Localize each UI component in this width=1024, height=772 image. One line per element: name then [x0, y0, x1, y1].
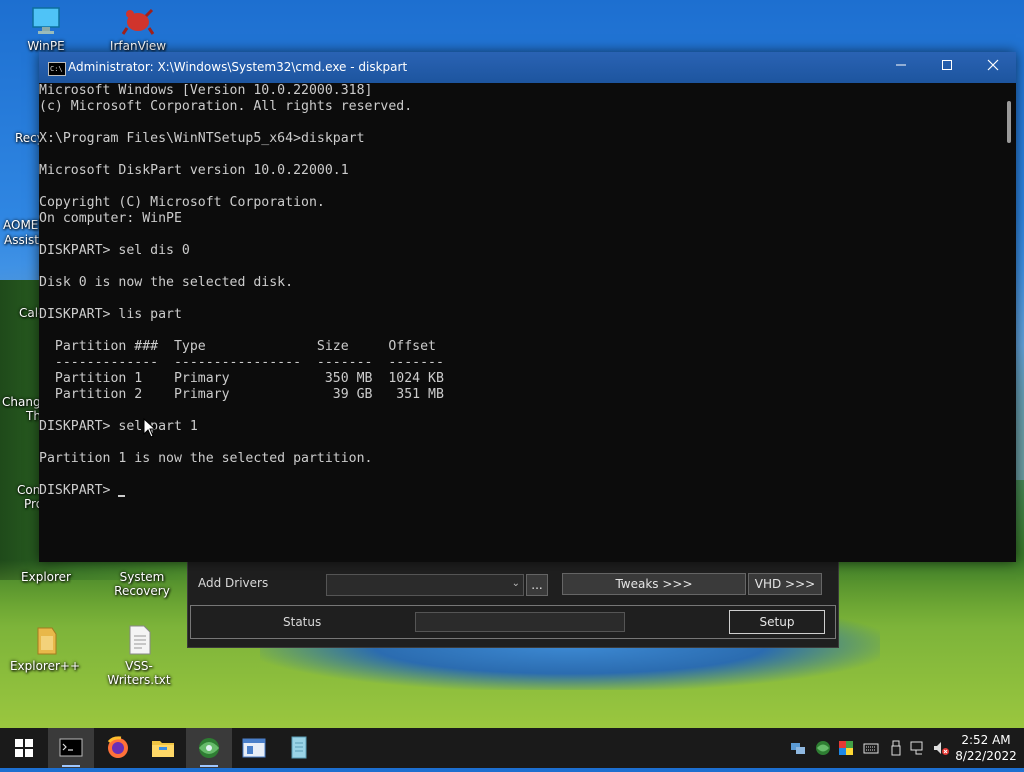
desktop-icon-label: System Recovery	[114, 570, 170, 598]
console-line: (c) Microsoft Corporation. All rights re…	[39, 99, 413, 114]
network-icon[interactable]	[910, 740, 926, 756]
console-line: Partition 1 Primary 350 MB 1024 KB	[39, 371, 444, 386]
console-line: Microsoft Windows [Version 10.0.22000.31…	[39, 83, 373, 98]
taskbar-item-file-explorer[interactable]	[140, 728, 186, 768]
firefox-icon	[107, 736, 128, 758]
taskbar-clock[interactable]: 2:52 AM 8/22/2022	[951, 732, 1021, 764]
taskbar-item-cmd[interactable]	[48, 728, 94, 768]
text-cursor	[118, 495, 126, 497]
desktop-icon-system-recovery[interactable]: System Recovery	[94, 570, 190, 598]
console-line: DISKPART>	[39, 483, 1001, 499]
setup-button[interactable]: Setup	[729, 610, 825, 634]
desktop-icon-label-partial[interactable]: Con	[17, 483, 40, 497]
network-share-icon[interactable]	[790, 740, 806, 756]
keyboard-icon[interactable]	[863, 740, 879, 756]
window-app-icon	[242, 738, 266, 758]
file-explorer-icon	[152, 741, 174, 757]
desktop-icon-label: WinPE	[27, 39, 65, 53]
console-line: Microsoft DiskPart version 10.0.22000.1	[39, 163, 349, 178]
taskbar-item-firefox[interactable]	[95, 728, 141, 768]
window-title: Administrator: X:\Windows\System32\cmd.e…	[68, 60, 408, 74]
console-line: ------------- ---------------- ------- -…	[39, 355, 444, 370]
console-line: X:\Program Files\WinNTSetup5_x64>diskpar…	[39, 131, 365, 146]
drivers-combo[interactable]: ⌄	[326, 574, 524, 596]
desktop-icon-explorer[interactable]: Explorer	[6, 570, 86, 584]
scrollbar-thumb[interactable]	[1007, 101, 1011, 143]
start-button[interactable]	[1, 728, 47, 768]
cmd-icon: C:\	[48, 62, 66, 76]
console-line: Copyright (C) Microsoft Corporation.	[39, 195, 325, 210]
maximize-icon	[942, 60, 952, 70]
desktop-icon-label: IrfanView	[109, 39, 167, 53]
console-output[interactable]: Microsoft Windows [Version 10.0.22000.31…	[39, 83, 1001, 562]
start-icon	[15, 739, 33, 757]
usb-drive-icon[interactable]	[888, 740, 904, 756]
color-app-icon[interactable]	[838, 740, 854, 756]
add-drivers-label: Add Drivers	[198, 576, 269, 590]
winntsetup-window: Add Drivers ⌄ ... Tweaks >>> VHD >>> Sta…	[187, 560, 839, 648]
cmd-window[interactable]: C:\ Administrator: X:\Windows\System32\c…	[39, 52, 1016, 562]
cmd-titlebar[interactable]: C:\ Administrator: X:\Windows\System32\c…	[39, 52, 1016, 83]
clock-time: 2:52 AM	[961, 733, 1011, 747]
setup-drivers-row: Add Drivers ⌄ ... Tweaks >>> VHD >>>	[188, 567, 838, 596]
console-scrollbar[interactable]	[1003, 83, 1016, 562]
clock-date: 8/22/2022	[955, 749, 1017, 763]
taskbar-item-notepad[interactable]	[276, 728, 322, 768]
active-indicator	[200, 765, 218, 767]
console-line: On computer: WinPE	[39, 211, 182, 226]
console-line: Partition 1 is now the selected partitio…	[39, 451, 373, 466]
desktop-icon-vss-writers[interactable]: VSS-Writers.txt	[99, 624, 179, 687]
winntsetup-tray-icon[interactable]	[815, 740, 831, 756]
maximize-button[interactable]	[924, 52, 970, 83]
browse-drivers-button[interactable]: ...	[526, 574, 548, 596]
taskbar: 2:52 AM 8/22/2022	[0, 728, 1024, 768]
irfanview-icon	[121, 8, 155, 35]
chevron-down-icon: ⌄	[511, 578, 520, 589]
desktop-icon-label: VSS-Writers.txt	[107, 659, 171, 687]
console-line: Partition 2 Primary 39 GB 351 MB	[39, 387, 444, 402]
monitor-icon	[32, 7, 60, 34]
tweaks-button[interactable]: Tweaks >>>	[562, 573, 746, 595]
minimize-button[interactable]	[878, 52, 924, 83]
close-button[interactable]	[970, 52, 1016, 83]
taskbar-item-winntsetup[interactable]	[186, 728, 232, 768]
active-indicator	[62, 765, 80, 767]
vhd-button[interactable]: VHD >>>	[748, 573, 822, 595]
folder-icon	[37, 627, 57, 655]
notepad-app-icon	[291, 736, 307, 759]
volume-muted-icon[interactable]	[933, 740, 949, 756]
status-group: Status Setup	[190, 605, 836, 639]
status-field	[415, 612, 625, 632]
desktop-icon-winpe[interactable]: WinPE	[6, 6, 86, 53]
desktop-icon-explorer-plus[interactable]: Explorer++	[5, 624, 85, 673]
taskbar-item-window-app[interactable]	[231, 728, 277, 768]
close-icon	[987, 59, 999, 71]
console-line: Disk 0 is now the selected disk.	[39, 275, 294, 290]
console-line: Partition ### Type Size Offset	[39, 339, 436, 354]
console-line: DISKPART> sel dis 0	[39, 243, 190, 258]
console-line: DISKPART> lis part	[39, 307, 182, 322]
cmd-icon	[59, 738, 83, 757]
desktop-icon-irfanview[interactable]: IrfanView	[98, 6, 178, 53]
desktop-icon-label: Explorer++	[9, 659, 81, 673]
mouse-pointer-icon	[143, 418, 157, 438]
minimize-icon	[896, 64, 906, 66]
console-line: DISKPART> sel part 1	[39, 419, 198, 434]
text-file-icon	[129, 625, 151, 655]
desktop-icon-label-partial[interactable]: AOMEI	[3, 218, 42, 232]
winntsetup-icon	[199, 738, 219, 758]
desktop-icon-label: Explorer	[21, 570, 71, 584]
status-label: Status	[283, 615, 322, 629]
